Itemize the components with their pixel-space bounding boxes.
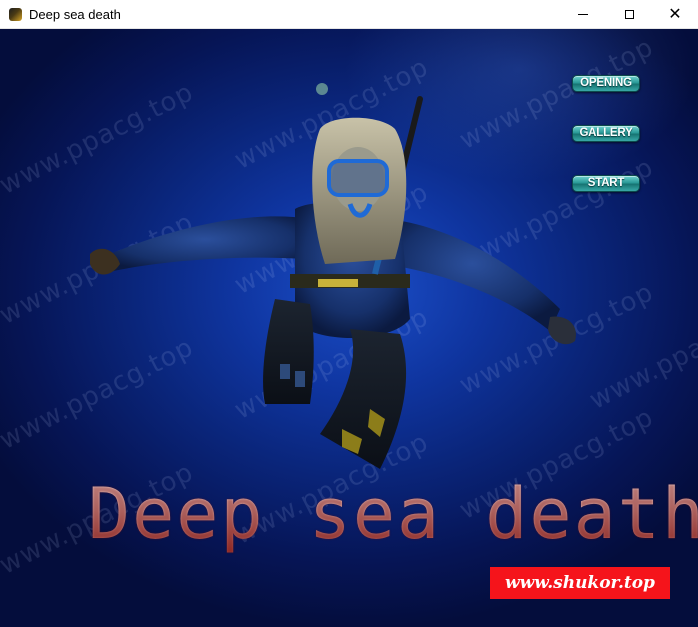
dive-mask <box>327 159 389 197</box>
bubble <box>316 83 328 95</box>
title-bar[interactable]: Deep sea death ✕ <box>0 0 698 29</box>
right-fin <box>320 329 407 469</box>
maximize-button[interactable] <box>606 0 652 28</box>
left-arm <box>100 216 310 274</box>
app-icon <box>9 7 22 21</box>
gallery-button[interactable]: GALLERY <box>572 125 640 142</box>
window-controls: ✕ <box>560 0 698 28</box>
harness-buckle <box>318 279 358 287</box>
start-button[interactable]: START <box>572 175 640 192</box>
right-arm <box>385 219 560 331</box>
game-canvas[interactable]: www.ppacg.top www.ppacg.top www.ppacg.to… <box>0 29 698 627</box>
minimize-button[interactable] <box>560 0 606 28</box>
site-badge: www.shukor.top <box>490 567 670 599</box>
close-icon: ✕ <box>668 4 682 23</box>
game-title: Deep sea death <box>88 473 698 555</box>
right-glove <box>548 316 576 345</box>
close-button[interactable]: ✕ <box>652 0 698 28</box>
window-title: Deep sea death <box>29 6 121 22</box>
game-window: Deep sea death ✕ www.ppacg.top www.ppacg… <box>0 0 698 627</box>
maximize-icon <box>624 9 634 19</box>
left-fin <box>263 299 314 404</box>
diver-illustration <box>90 83 576 469</box>
opening-button[interactable]: OPENING <box>572 75 640 92</box>
minimize-icon <box>578 13 588 15</box>
